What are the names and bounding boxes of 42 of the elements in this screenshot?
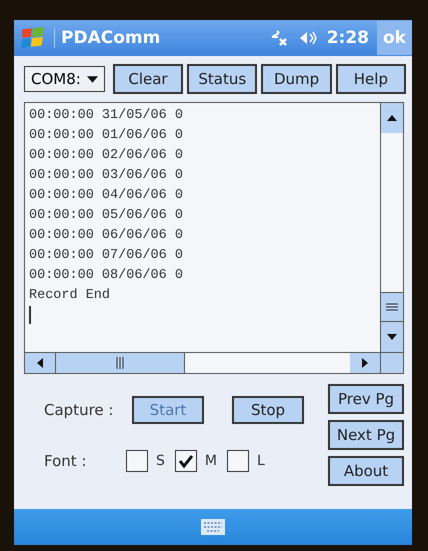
vertical-scrollbar[interactable] [380,103,403,352]
log-line: 00:00:00 08/06/06 0 [29,267,184,285]
checkbox[interactable] [226,450,249,472]
log-line: 00:00:00 03/06/06 0 [29,167,184,185]
port-dropdown[interactable]: COM8: [24,66,105,92]
keyboard-icon[interactable] [201,519,225,535]
checkbox-label[interactable]: L [256,453,265,469]
text-cursor [29,306,31,324]
scroll-thumb-grip-icon[interactable] [116,357,124,369]
checkbox-label[interactable]: S [156,453,165,469]
log-line: Record End [29,287,112,305]
scroll-up-icon[interactable] [387,115,397,121]
log-line: 00:00:00 04/06/06 0 [29,187,184,205]
page-button[interactable]: About [328,456,404,486]
capture-button[interactable]: Stop [232,396,304,424]
dropdown-arrow-icon [86,76,98,82]
toolbar-button[interactable]: Clear [112,64,184,94]
horizontal-scrollbar[interactable] [25,352,403,373]
log-text-area[interactable]: 00:00:00 31/05/06 0 00:00:00 01/06/06 0 00:00:00 02/06/06 0 00:00:00 03/06/06 0 00:00:00 04/06/06 0 00:00:00 05/06/06 0 00:00:00 06/06/06 0 00:00:00 07/06/06 0 00:00:00 08/06/06 0 Record End [24,102,404,374]
log-line: 00:00:00 01/06/06 0 [29,127,184,145]
capture-label: Capture : [44,401,114,419]
checkbox[interactable] [126,450,148,472]
log-line: 00:00:00 31/05/06 0 [29,107,184,125]
speaker-icon[interactable] [298,29,319,47]
page-button[interactable]: Prev Pg [328,384,404,414]
checkbox-label[interactable]: M [204,453,217,469]
scroll-down-icon[interactable] [387,334,397,340]
page-button[interactable]: Next Pg [328,420,404,450]
toolbar-button[interactable]: Status [187,64,258,94]
scrollbar-corner [380,353,403,373]
log-line: 00:00:00 06/06/06 0 [29,227,184,245]
log-line: 00:00:00 07/06/06 0 [29,247,184,265]
scroll-left-icon[interactable] [37,358,43,368]
toolbar-button[interactable]: Dump [261,64,332,94]
log-line: 00:00:00 02/06/06 0 [29,147,184,165]
log-line: 00:00:00 05/06/06 0 [29,207,184,225]
checkbox[interactable] [174,450,197,472]
scroll-right-icon[interactable] [362,358,368,368]
app-title: PDAComm [54,28,261,48]
toolbar-button[interactable]: Help [336,64,406,94]
font-label: Font : [44,452,88,470]
scroll-thumb-grip-icon[interactable] [386,303,398,311]
